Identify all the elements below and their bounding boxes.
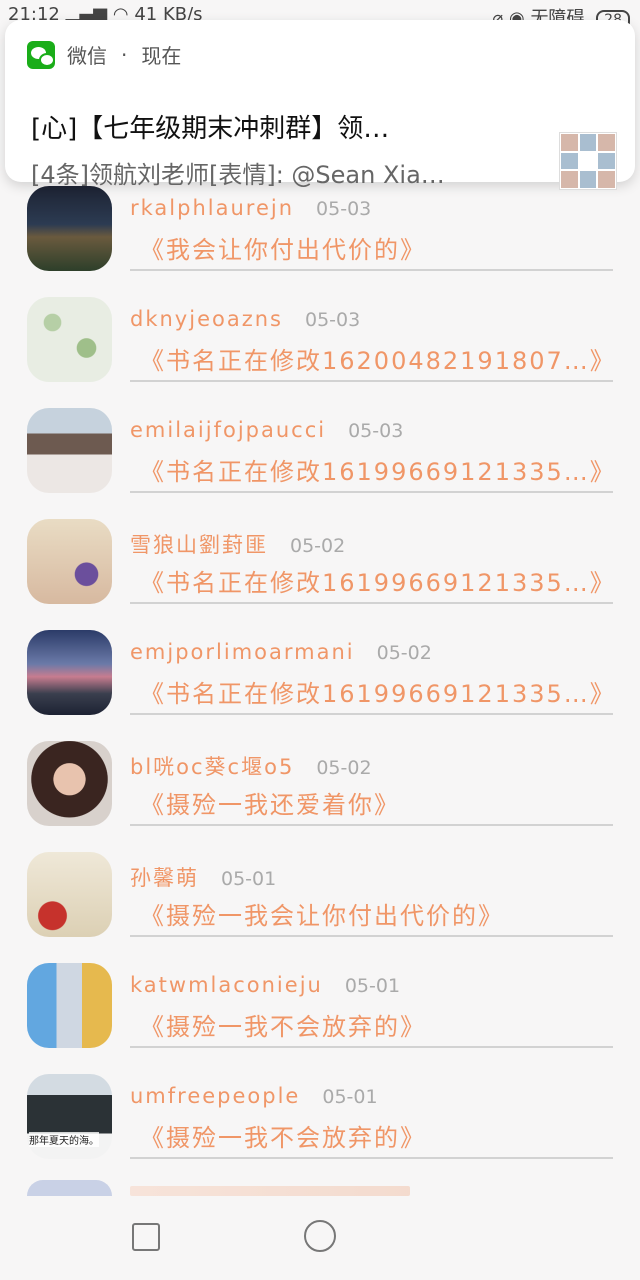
avatar[interactable] — [27, 519, 112, 604]
divider — [130, 935, 613, 937]
item-date: 05-03 — [316, 198, 372, 220]
item-username: 雪狼山劉葑匪 — [130, 533, 268, 557]
list-item[interactable]: dknyjeoazns 05-03 《书名正在修改16200482191807…》 — [0, 289, 640, 400]
partial-avatar — [27, 1180, 112, 1196]
item-date: 05-03 — [304, 309, 361, 331]
recents-button[interactable] — [132, 1223, 160, 1251]
item-username: bl咣oc葵c堰o5 — [130, 755, 295, 779]
avatar[interactable] — [27, 408, 112, 493]
item-message: 《书名正在修改16199669121335…》 — [140, 569, 616, 597]
notification-header: 微信 · 现在 — [27, 40, 181, 69]
divider — [130, 1157, 613, 1159]
item-message: 《摄殓一我还爱着你》 — [140, 791, 400, 819]
item-name: emilaijfojpaucci 05-03 — [130, 418, 403, 442]
item-username: umfreepeople — [130, 1084, 301, 1108]
item-username: rkalphlaurejn — [130, 196, 295, 220]
item-date: 05-01 — [221, 868, 277, 890]
item-username: 孙馨萌 — [130, 866, 199, 890]
item-date: 05-03 — [348, 420, 404, 442]
notification-body: [4条]领航刘老师[表情]: @Sean Xia… — [31, 161, 445, 189]
item-message: 《书名正在修改16199669121335…》 — [140, 458, 616, 486]
chat-list: rkalphlaurejn 05-03 《我会让你付出代价的》 dknyjeoaz… — [0, 178, 640, 1177]
item-message: 《我会让你付出代价的》 — [140, 236, 426, 264]
partial-item-text — [130, 1186, 410, 1196]
list-item[interactable]: emjporlimoarmani 05-02 《书名正在修改16199669121… — [0, 622, 640, 733]
item-name: dknyjeoazns 05-03 — [130, 307, 360, 331]
item-date: 05-02 — [290, 535, 346, 557]
item-name: katwmlaconieju 05-01 — [130, 973, 400, 997]
item-message: 《书名正在修改16200482191807…》 — [140, 347, 616, 375]
avatar[interactable] — [27, 852, 112, 937]
item-message: 《摄殓一我会让你付出代价的》 — [140, 902, 504, 930]
item-name: 雪狼山劉葑匪 05-02 — [130, 529, 345, 559]
divider — [130, 269, 613, 271]
divider — [130, 824, 613, 826]
divider — [130, 380, 613, 382]
avatar[interactable] — [27, 741, 112, 826]
wechat-icon — [27, 40, 55, 69]
item-name: 孙馨萌 05-01 — [130, 862, 276, 892]
item-username: emjporlimoarmani — [130, 640, 355, 664]
home-button[interactable] — [304, 1220, 336, 1252]
item-name: bl咣oc葵c堰o5 05-02 — [130, 751, 372, 781]
divider — [130, 1046, 613, 1048]
notification-time: 现在 — [141, 44, 182, 68]
item-date: 05-02 — [376, 642, 432, 664]
item-name: emjporlimoarmani 05-02 — [130, 640, 432, 664]
list-item[interactable]: 雪狼山劉葑匪 05-02 《书名正在修改16199669121335…》 — [0, 511, 640, 622]
avatar[interactable] — [27, 186, 112, 271]
item-username: dknyjeoazns — [130, 307, 283, 331]
item-name: rkalphlaurejn 05-03 — [130, 196, 371, 220]
notification-app-name: 微信 — [67, 44, 107, 68]
item-username: katwmlaconieju — [130, 973, 323, 997]
divider — [130, 491, 613, 493]
avatar-caption: 那年夏天的海。 — [29, 1132, 99, 1147]
item-date: 05-02 — [316, 757, 372, 779]
list-item[interactable]: rkalphlaurejn 05-03 《我会让你付出代价的》 — [0, 178, 640, 289]
avatar[interactable]: 那年夏天的海。 — [27, 1074, 112, 1159]
item-message: 《书名正在修改16199669121335…》 — [140, 680, 616, 708]
avatar[interactable] — [27, 963, 112, 1048]
avatar[interactable] — [27, 630, 112, 715]
list-item[interactable]: 那年夏天的海。 umfreepeople 05-01 《摄殓一我不会放弃的》 — [0, 1066, 640, 1177]
list-item[interactable]: bl咣oc葵c堰o5 05-02 《摄殓一我还爱着你》 — [0, 733, 640, 844]
list-item[interactable]: katwmlaconieju 05-01 《摄殓一我不会放弃的》 — [0, 955, 640, 1066]
notification-separator: · — [121, 42, 128, 67]
item-username: emilaijfojpaucci — [130, 418, 327, 442]
list-item[interactable]: emilaijfojpaucci 05-03 《书名正在修改16199669121… — [0, 400, 640, 511]
notification-thumbnail — [559, 132, 617, 190]
item-name: umfreepeople 05-01 — [130, 1084, 378, 1108]
notification-title: [心]【七年级期末冲刺群】领… — [31, 114, 390, 144]
item-date: 05-01 — [322, 1086, 378, 1108]
divider — [130, 602, 613, 604]
item-date: 05-01 — [344, 975, 401, 997]
divider — [130, 713, 613, 715]
avatar[interactable] — [27, 297, 112, 382]
item-message: 《摄殓一我不会放弃的》 — [140, 1013, 426, 1041]
notification-card[interactable]: 微信 · 现在 [心]【七年级期末冲刺群】领… [4条]领航刘老师[表情]: @… — [5, 20, 635, 190]
item-message: 《摄殓一我不会放弃的》 — [140, 1124, 426, 1152]
list-item[interactable]: 孙馨萌 05-01 《摄殓一我会让你付出代价的》 — [0, 844, 640, 955]
navigation-bar — [0, 1196, 640, 1280]
